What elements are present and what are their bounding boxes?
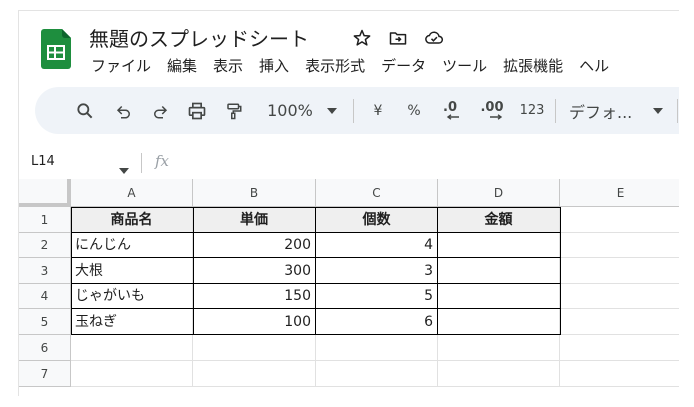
- menu-bar: ファイル 編集 表示 挿入 表示形式 データ ツール 拡張機能 ヘル: [91, 55, 625, 76]
- menu-insert[interactable]: 挿入: [259, 55, 289, 76]
- column-header-a[interactable]: A: [71, 179, 193, 207]
- column-header-b[interactable]: B: [193, 179, 316, 207]
- cell-d4[interactable]: [438, 284, 560, 309]
- cell-c7[interactable]: [316, 361, 438, 387]
- cell-a4[interactable]: じゃがいも: [71, 284, 193, 309]
- cell-b2[interactable]: 200: [193, 233, 316, 258]
- table-border-row: [71, 283, 561, 284]
- row-header-3[interactable]: 3: [19, 258, 71, 284]
- cell-d3[interactable]: [438, 258, 560, 284]
- font-dropdown-icon[interactable]: [651, 87, 665, 134]
- cell-d2[interactable]: [438, 233, 560, 258]
- cell-b1[interactable]: 単価: [193, 207, 316, 233]
- cell-a1[interactable]: 商品名: [71, 207, 193, 233]
- toolbar-divider: [353, 99, 354, 123]
- cell-a6[interactable]: [71, 335, 193, 361]
- sheets-window: 無題のスプレッドシート ファイル 編集 表示 挿入 表示形式 データ ツール 拡…: [18, 10, 679, 396]
- cell-c4[interactable]: 5: [316, 284, 438, 309]
- sheets-logo-icon[interactable]: [41, 29, 71, 69]
- table-border-top: [71, 207, 561, 208]
- cell-a2[interactable]: にんじん: [71, 233, 193, 258]
- zoom-dropdown-icon[interactable]: [325, 87, 339, 134]
- cell-a7[interactable]: [71, 361, 193, 387]
- formula-bar: L14 fx: [19, 151, 679, 179]
- cloud-saved-icon[interactable]: [423, 27, 445, 49]
- formula-divider: [141, 153, 142, 173]
- row-header-7[interactable]: 7: [19, 361, 71, 387]
- cell-c3[interactable]: 3: [316, 258, 438, 284]
- menu-view[interactable]: 表示: [213, 55, 243, 76]
- number-format-button[interactable]: 123: [517, 87, 547, 134]
- column-header-c[interactable]: C: [316, 179, 438, 207]
- table-border-row: [71, 232, 561, 233]
- cell-c2[interactable]: 4: [316, 233, 438, 258]
- menu-data[interactable]: データ: [381, 55, 426, 76]
- star-icon[interactable]: [351, 27, 373, 49]
- formula-input[interactable]: [189, 154, 669, 174]
- decrease-decimal-button[interactable]: .0: [435, 87, 465, 134]
- toolbar-divider: [555, 99, 556, 123]
- paint-format-icon[interactable]: [221, 87, 247, 134]
- menu-tools[interactable]: ツール: [442, 55, 487, 76]
- table-border-right: [560, 207, 561, 335]
- search-icon[interactable]: [71, 87, 99, 134]
- toolbar: 100% ¥ % .0 .00 123 デフォ...: [35, 87, 679, 134]
- undo-icon[interactable]: [111, 87, 137, 134]
- document-title[interactable]: 無題のスプレッドシート: [89, 23, 309, 52]
- cell-e6[interactable]: [560, 335, 679, 361]
- cell-b3[interactable]: 300: [193, 258, 316, 284]
- percent-format-button[interactable]: %: [403, 87, 425, 134]
- menu-extensions[interactable]: 拡張機能: [503, 55, 563, 76]
- table-border-row: [71, 308, 561, 309]
- fx-icon: fx: [155, 152, 170, 170]
- menu-help[interactable]: ヘル: [579, 55, 609, 76]
- table-border-col: [193, 207, 194, 335]
- row-header-6[interactable]: 6: [19, 335, 71, 361]
- table-border-row: [71, 257, 561, 258]
- currency-format-button[interactable]: ¥: [367, 87, 389, 134]
- cell-e2[interactable]: [560, 233, 679, 258]
- menu-format[interactable]: 表示形式: [305, 55, 365, 76]
- cell-a3[interactable]: 大根: [71, 258, 193, 284]
- name-box[interactable]: L14: [31, 154, 55, 169]
- row-header-4[interactable]: 4: [19, 284, 71, 309]
- cell-d5[interactable]: [438, 309, 560, 335]
- menu-file[interactable]: ファイル: [91, 55, 151, 76]
- cell-e7[interactable]: [560, 361, 679, 387]
- column-header-e[interactable]: E: [560, 179, 679, 207]
- cell-c5[interactable]: 6: [316, 309, 438, 335]
- row-header-5[interactable]: 5: [19, 309, 71, 335]
- column-header-d[interactable]: D: [438, 179, 560, 207]
- table-border-col: [437, 207, 438, 335]
- cell-b7[interactable]: [193, 361, 316, 387]
- cell-e1[interactable]: [560, 207, 679, 233]
- zoom-select[interactable]: 100%: [265, 87, 315, 134]
- font-select[interactable]: デフォ...: [569, 87, 651, 134]
- cell-d1[interactable]: 金額: [438, 207, 560, 233]
- toolbar-divider: [677, 99, 678, 123]
- cell-d6[interactable]: [438, 335, 560, 361]
- table-border-bottom: [71, 334, 561, 335]
- cell-c6[interactable]: [316, 335, 438, 361]
- redo-icon[interactable]: [147, 87, 173, 134]
- cell-c1[interactable]: 個数: [316, 207, 438, 233]
- cell-b5[interactable]: 100: [193, 309, 316, 335]
- move-to-folder-icon[interactable]: [387, 27, 409, 49]
- cell-b4[interactable]: 150: [193, 284, 316, 309]
- menu-edit[interactable]: 編集: [167, 55, 197, 76]
- row-header-1[interactable]: 1: [19, 207, 71, 233]
- name-box-dropdown-icon[interactable]: [119, 159, 129, 178]
- cell-b6[interactable]: [193, 335, 316, 361]
- cell-e3[interactable]: [560, 258, 679, 284]
- cell-a5[interactable]: 玉ねぎ: [71, 309, 193, 335]
- cell-e4[interactable]: [560, 284, 679, 309]
- cell-d7[interactable]: [438, 361, 560, 387]
- table-border-left: [71, 207, 72, 335]
- row-header-2[interactable]: 2: [19, 233, 71, 258]
- cell-e5[interactable]: [560, 309, 679, 335]
- increase-decimal-button[interactable]: .00: [475, 87, 509, 134]
- print-icon[interactable]: [183, 87, 211, 134]
- select-all-corner[interactable]: [19, 179, 71, 207]
- table-border-col: [315, 207, 316, 335]
